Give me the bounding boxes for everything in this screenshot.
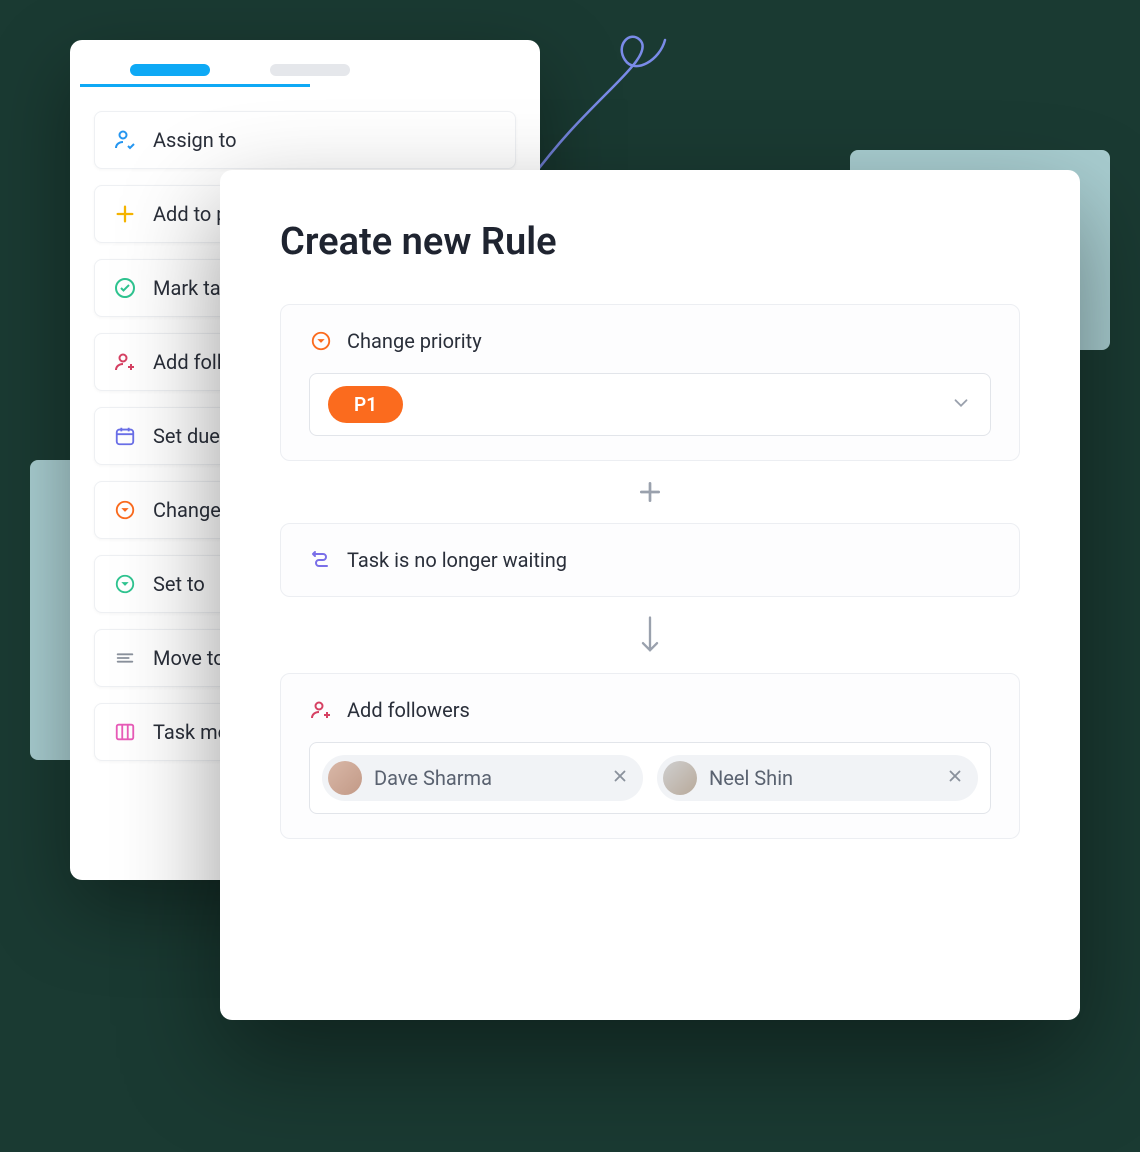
rule-step-priority: Change priority P1: [280, 304, 1020, 461]
add-step-button[interactable]: [280, 461, 1020, 523]
set-to-icon: [113, 572, 137, 596]
action-label: Set to: [153, 572, 205, 596]
add-follower-icon: [113, 350, 137, 374]
rule-step-label: Add followers: [347, 698, 470, 722]
check-circle-icon: [113, 276, 137, 300]
follower-name: Neel Shin: [709, 766, 934, 790]
action-label: Assign to: [153, 128, 237, 152]
rule-step-header: Add followers: [309, 698, 991, 722]
action-label: Add to p: [153, 202, 228, 226]
followers-input[interactable]: Dave Sharma Neel Shin: [309, 742, 991, 814]
flow-arrow-icon: [280, 597, 1020, 673]
panel-title: Create new Rule: [280, 220, 1020, 264]
assign-icon: [113, 128, 137, 152]
action-label: Move to: [153, 646, 225, 670]
plus-icon: [113, 202, 137, 226]
rule-step-followers: Add followers Dave Sharma Neel Shin: [280, 673, 1020, 839]
tabs: [70, 64, 540, 76]
tab-active[interactable]: [130, 64, 210, 76]
rule-step-header: Task is no longer waiting: [309, 548, 991, 572]
avatar: [663, 761, 697, 795]
rule-step-label: Change priority: [347, 329, 482, 353]
move-to-icon: [113, 646, 137, 670]
remove-chip-button[interactable]: [611, 766, 629, 790]
priority-icon: [113, 498, 137, 522]
follower-chip: Dave Sharma: [322, 755, 643, 801]
avatar: [328, 761, 362, 795]
priority-badge: P1: [328, 386, 403, 423]
follower-name: Dave Sharma: [374, 766, 599, 790]
rule-step-waiting[interactable]: Task is no longer waiting: [280, 523, 1020, 597]
remove-chip-button[interactable]: [946, 766, 964, 790]
rule-step-header: Change priority: [309, 329, 991, 353]
follower-chip: Neel Shin: [657, 755, 978, 801]
action-assign-to[interactable]: Assign to: [94, 111, 516, 169]
tab-inactive[interactable]: [270, 64, 350, 76]
priority-icon: [309, 329, 333, 353]
tab-underline: [80, 84, 310, 87]
priority-select[interactable]: P1: [309, 373, 991, 436]
rule-step-label: Task is no longer waiting: [347, 548, 567, 572]
calendar-icon: [113, 424, 137, 448]
waiting-icon: [309, 548, 333, 572]
create-rule-panel: Create new Rule Change priority P1 Task …: [220, 170, 1080, 1020]
add-follower-icon: [309, 698, 333, 722]
board-icon: [113, 720, 137, 744]
chevron-down-icon: [950, 392, 972, 418]
